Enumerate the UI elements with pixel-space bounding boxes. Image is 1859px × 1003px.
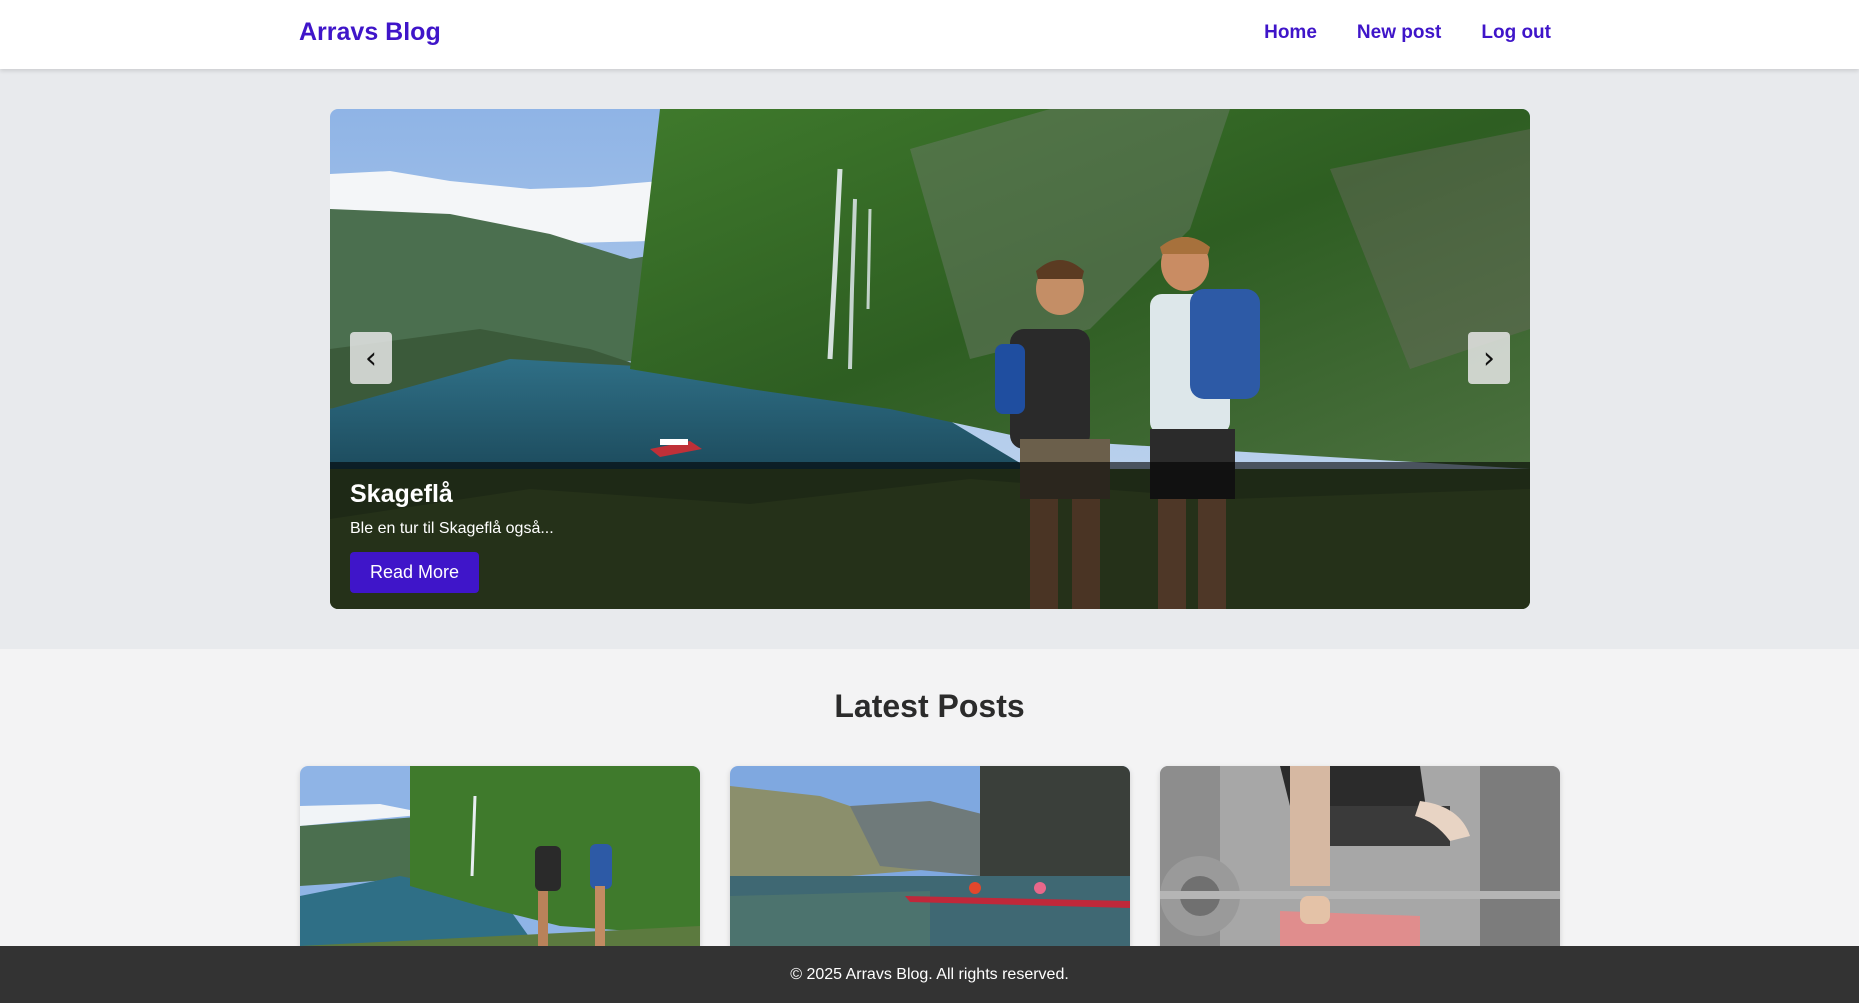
carousel-prev-button[interactable]: ‹	[350, 332, 392, 384]
footer-copyright: © 2025 Arravs Blog. All rights reserved.	[790, 965, 1069, 983]
hero-section: ‹ › Skageflå Ble en tur til Skageflå ogs…	[0, 69, 1859, 649]
featured-carousel: ‹ › Skageflå Ble en tur til Skageflå ogs…	[330, 109, 1530, 609]
carousel-next-button[interactable]: ›	[1468, 332, 1510, 384]
slide-title: Skageflå	[350, 480, 453, 508]
post-card[interactable]	[730, 766, 1130, 966]
post-card[interactable]	[1160, 766, 1560, 966]
main-nav: Home New post Log out	[1264, 22, 1551, 44]
latest-posts-heading: Latest Posts	[834, 688, 1025, 724]
site-header: Arravs Blog Home New post Log out	[0, 0, 1859, 69]
nav-log-out-link[interactable]: Log out	[1481, 22, 1551, 44]
latest-posts-section: Latest Posts	[0, 649, 1859, 966]
brand-logo-link[interactable]: Arravs Blog	[299, 18, 441, 47]
site-footer: © 2025 Arravs Blog. All rights reserved.	[0, 946, 1859, 1003]
post-card[interactable]	[300, 766, 700, 966]
nav-new-post-link[interactable]: New post	[1357, 22, 1441, 44]
post-image	[300, 766, 700, 966]
nav-home-link[interactable]: Home	[1264, 22, 1317, 44]
slide-excerpt: Ble en tur til Skageflå også...	[350, 520, 554, 537]
read-more-button[interactable]: Read More	[350, 552, 480, 593]
post-image	[1160, 766, 1560, 966]
post-image	[730, 766, 1130, 966]
slide-caption: Skageflå Ble en tur til Skageflå også...…	[330, 462, 1530, 609]
